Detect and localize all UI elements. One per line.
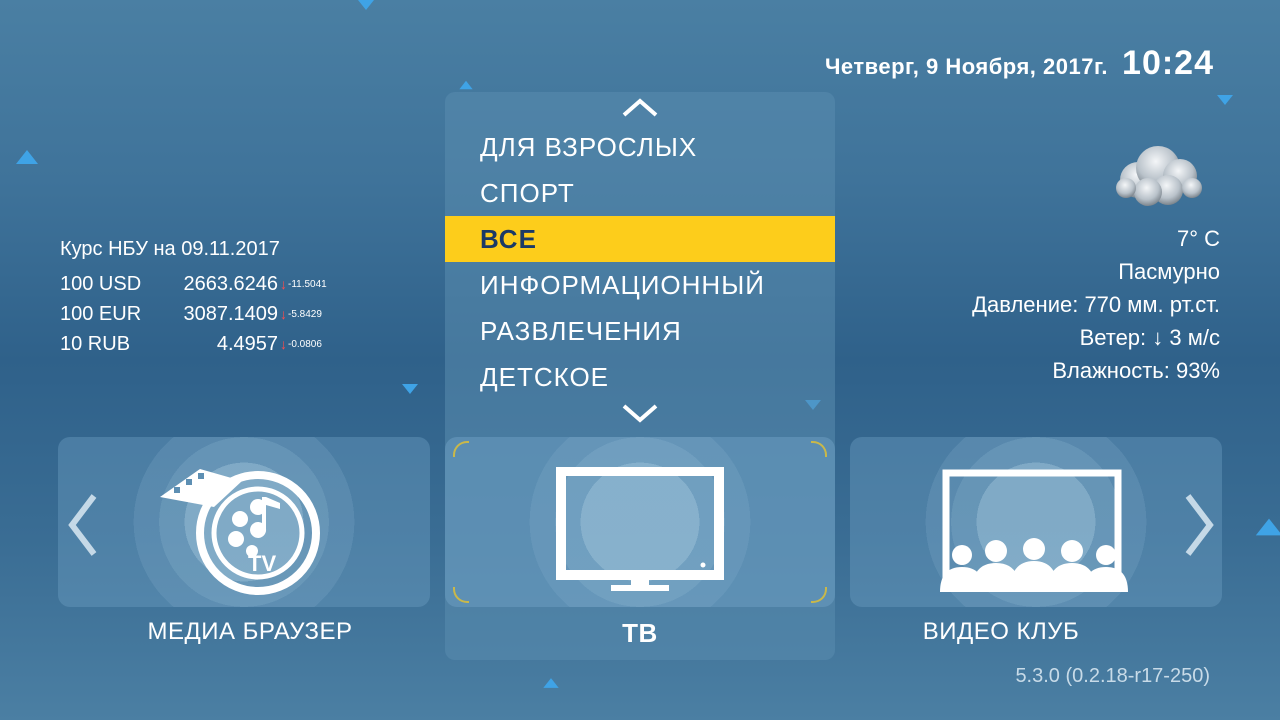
genre-item[interactable]: ДЕТСКОЕ bbox=[445, 354, 835, 400]
arrow-down-icon: ↓ bbox=[280, 306, 287, 322]
rate-delta: ↓ -0.0806 bbox=[280, 336, 322, 352]
rate-code: 10 RUB bbox=[60, 332, 131, 355]
chevron-up-icon[interactable] bbox=[620, 97, 660, 119]
rate-delta: ↓ -5.8429 bbox=[280, 306, 322, 322]
genre-list: ДЛЯ ВЗРОСЛЫХ СПОРТ ВСЕ ИНФОРМАЦИОННЫЙ РА… bbox=[445, 124, 835, 400]
decor-star bbox=[16, 150, 38, 164]
rate-delta-value: -5.8429 bbox=[288, 308, 322, 320]
rate-row: 10 RUB 4.4957 ↓ -0.0806 bbox=[60, 329, 327, 359]
arrow-down-icon: ↓ bbox=[280, 336, 287, 352]
weather-condition: Пасмурно bbox=[1118, 259, 1220, 284]
decor-star bbox=[402, 384, 418, 394]
pressure: Давление: 770 мм. рт.ст. bbox=[972, 292, 1220, 317]
rate-value: 3087.1409 bbox=[183, 302, 278, 325]
decor-star bbox=[1217, 95, 1233, 105]
arrow-down-icon: ↓ bbox=[280, 276, 287, 292]
rate-delta: ↓ -11.5041 bbox=[280, 276, 327, 292]
decor-star bbox=[1255, 518, 1280, 536]
video-club-icon bbox=[940, 469, 1128, 592]
tile-tv[interactable] bbox=[445, 437, 835, 607]
tile-label-tv[interactable]: ТВ bbox=[445, 618, 835, 649]
genre-item-selected[interactable]: ВСЕ bbox=[445, 216, 835, 262]
wind-direction-icon: ↓ bbox=[1152, 325, 1164, 350]
rate-value: 2663.6246 bbox=[183, 272, 278, 295]
rate-value: 4.4957 bbox=[216, 332, 278, 355]
rate-code: 100 USD bbox=[60, 272, 142, 295]
genre-item[interactable]: ИНФОРМАЦИОННЫЙ bbox=[445, 262, 835, 308]
focus-corner bbox=[811, 587, 827, 603]
tile-label-video-club[interactable]: ВИДЕО КЛУБ bbox=[850, 618, 1152, 646]
rate-row: 100 EUR 3087.1409 ↓ -5.8429 bbox=[60, 299, 327, 329]
decor-star bbox=[459, 80, 473, 90]
decor-star bbox=[358, 0, 374, 10]
tile-video-club[interactable] bbox=[850, 437, 1222, 607]
genre-item[interactable]: СПОРТ bbox=[445, 170, 835, 216]
media-browser-icon: TV bbox=[160, 469, 320, 595]
wind: Ветер: ↓ 3 м/с bbox=[972, 321, 1220, 354]
decor-star bbox=[543, 678, 559, 688]
genre-item[interactable]: РАЗВЛЕЧЕНИЯ bbox=[445, 308, 835, 354]
rate-row: 100 USD 2663.6246 ↓ -11.5041 bbox=[60, 269, 327, 299]
date-time: Четверг, 9 Ноября, 2017г. 10:24 bbox=[825, 44, 1214, 83]
focus-corner bbox=[811, 441, 827, 457]
rates-title: Курс НБУ на 09.11.2017 bbox=[60, 238, 280, 260]
tile-media-browser[interactable]: TV bbox=[58, 437, 430, 607]
weather-widget: 7° C Пасмурно Давление: 770 мм. рт.ст. В… bbox=[972, 140, 1220, 387]
chevron-down-icon[interactable] bbox=[620, 402, 660, 424]
rate-code: 100 EUR bbox=[60, 302, 142, 325]
wind-label: Ветер: bbox=[1079, 325, 1147, 350]
rate-delta-value: -0.0806 bbox=[288, 338, 322, 350]
tile-label-media-browser[interactable]: МЕДИА БРАУЗЕР bbox=[58, 618, 442, 646]
rate-delta-value: -11.5041 bbox=[288, 278, 327, 290]
wind-value: 3 м/с bbox=[1169, 325, 1220, 350]
temperature: 7° C bbox=[1176, 226, 1220, 251]
cloud-icon bbox=[1116, 146, 1202, 206]
version-label: 5.3.0 (0.2.18-r17-250) bbox=[1015, 665, 1210, 687]
date-label: Четверг, 9 Ноября, 2017г. bbox=[824, 54, 1109, 79]
humidity: Влажность: 93% bbox=[1052, 358, 1220, 383]
svg-text:TV: TV bbox=[248, 551, 276, 576]
clock: 10:24 bbox=[1122, 44, 1214, 82]
focus-corner bbox=[453, 441, 469, 457]
currency-rates-widget: Курс НБУ на 09.11.2017 100 USD 2663.6246… bbox=[60, 238, 327, 359]
focus-corner bbox=[453, 587, 469, 603]
genre-item[interactable]: ДЛЯ ВЗРОСЛЫХ bbox=[445, 124, 835, 170]
tv-icon bbox=[556, 467, 724, 591]
